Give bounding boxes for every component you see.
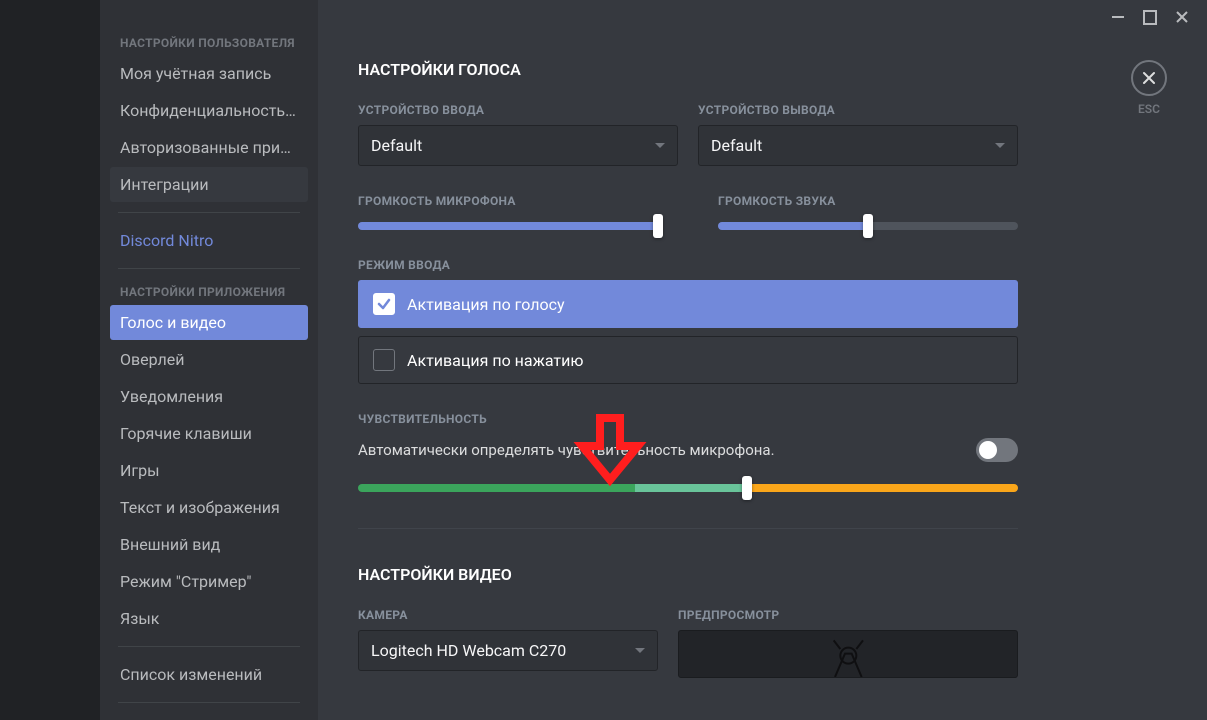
sidebar-item-label: Список изменений	[120, 665, 262, 684]
mic-volume-label: ГРОМКОСТЬ МИКРОФОНА	[358, 194, 658, 208]
sidebar-item-label: Интеграции	[120, 175, 209, 194]
video-preview	[678, 630, 1018, 678]
settings-sidebar: НАСТРОЙКИ ПОЛЬЗОВАТЕЛЯ Моя учётная запис…	[100, 0, 318, 720]
sidebar-item-label: Игры	[120, 461, 160, 480]
sidebar-item-label: Язык	[120, 609, 159, 628]
mic-volume-slider[interactable]	[358, 222, 658, 230]
sidebar-item-overlay[interactable]: Оверлей	[110, 342, 308, 377]
mode-voice-label: Активация по голосу	[407, 295, 565, 314]
sidebar-item-label: Авторизованные прил...	[120, 138, 302, 157]
auto-sensitivity-text: Автоматически определять чувствительност…	[358, 441, 775, 459]
sidebar-item-integrations[interactable]: Интеграции	[110, 167, 308, 202]
checkbox-checked-icon	[373, 293, 395, 315]
outer-dark-strip	[0, 0, 100, 720]
sidebar-item-label: Внешний вид	[120, 535, 220, 554]
sidebar-item-hotkeys[interactable]: Горячие клавиши	[110, 416, 308, 451]
sidebar-item-games[interactable]: Игры	[110, 453, 308, 488]
toggle-knob	[979, 441, 997, 459]
sidebar-item-account[interactable]: Моя учётная запись	[110, 56, 308, 91]
window-close-icon[interactable]	[1175, 10, 1189, 24]
output-device-select[interactable]: Default	[698, 125, 1018, 166]
camera-select[interactable]: Logitech HD Webcam C270	[358, 630, 658, 671]
input-mode-label: РЕЖИМ ВВОДА	[358, 258, 1018, 272]
sidebar-item-changelog[interactable]: Список изменений	[110, 657, 308, 692]
sidebar-item-label: Моя учётная запись	[120, 64, 271, 83]
chevron-down-icon	[995, 143, 1005, 148]
sidebar-item-label: Режим "Стример"	[120, 572, 252, 591]
section-divider	[358, 528, 1018, 529]
sidebar-item-label: Текст и изображения	[120, 498, 280, 517]
window-minimize-icon[interactable]	[1111, 10, 1125, 24]
camera-label: КАМЕРА	[358, 608, 658, 622]
checkbox-unchecked-icon	[373, 349, 395, 371]
sidebar-item-label: Голос и видео	[120, 313, 226, 332]
sidebar-item-streamer[interactable]: Режим "Стример"	[110, 564, 308, 599]
input-device-label: УСТРОЙСТВО ВВОДА	[358, 103, 678, 117]
sensitivity-slider[interactable]	[358, 484, 1018, 492]
sidebar-item-nitro[interactable]: Discord Nitro	[110, 223, 308, 258]
esc-label: ESC	[1138, 102, 1160, 116]
camera-value: Logitech HD Webcam C270	[371, 641, 566, 660]
voice-section-title: НАСТРОЙКИ ГОЛОСА	[358, 60, 1018, 79]
mode-ptt-label: Активация по нажатию	[407, 351, 583, 370]
input-device-select[interactable]: Default	[358, 125, 678, 166]
input-device-value: Default	[371, 136, 422, 155]
camera-preview-placeholder-icon	[815, 637, 882, 677]
close-settings[interactable]: ESC	[1131, 60, 1167, 116]
sidebar-item-notifications[interactable]: Уведомления	[110, 379, 308, 414]
slider-thumb[interactable]	[863, 214, 873, 238]
mode-push-to-talk[interactable]: Активация по нажатию	[358, 336, 1018, 384]
sidebar-header-app: НАСТРОЙКИ ПРИЛОЖЕНИЯ	[110, 279, 308, 305]
settings-content: ESC НАСТРОЙКИ ГОЛОСА УСТРОЙСТВО ВВОДА De…	[318, 0, 1207, 720]
sidebar-separator	[118, 212, 300, 213]
window-controls	[1111, 10, 1189, 24]
sidebar-header-user: НАСТРОЙКИ ПОЛЬЗОВАТЕЛЯ	[110, 30, 308, 56]
sidebar-separator	[118, 268, 300, 269]
chevron-down-icon	[655, 143, 665, 148]
video-section-title: НАСТРОЙКИ ВИДЕО	[358, 565, 1018, 584]
sidebar-item-label: Уведомления	[120, 387, 223, 406]
sensitivity-label: ЧУВСТВИТЕЛЬНОСТЬ	[358, 412, 1018, 426]
sidebar-separator	[118, 646, 300, 647]
slider-thumb[interactable]	[653, 214, 663, 238]
mode-voice-activity[interactable]: Активация по голосу	[358, 280, 1018, 328]
close-icon[interactable]	[1131, 60, 1167, 96]
sidebar-item-label: Discord Nitro	[120, 231, 213, 250]
sidebar-item-appearance[interactable]: Внешний вид	[110, 527, 308, 562]
sidebar-item-apps[interactable]: Авторизованные прил...	[110, 130, 308, 165]
sidebar-item-language[interactable]: Язык	[110, 601, 308, 636]
sidebar-item-text-images[interactable]: Текст и изображения	[110, 490, 308, 525]
output-volume-slider[interactable]	[718, 222, 1018, 230]
sidebar-item-label: Оверлей	[120, 350, 184, 369]
output-device-label: УСТРОЙСТВО ВЫВОДА	[698, 103, 1018, 117]
auto-sensitivity-toggle[interactable]	[976, 438, 1018, 462]
output-device-value: Default	[711, 136, 762, 155]
sidebar-item-label: Конфиденциальность ...	[120, 101, 302, 120]
slider-thumb[interactable]	[742, 476, 752, 500]
sidebar-item-logout[interactable]: Выйти	[110, 713, 308, 720]
preview-label: ПРЕДПРОСМОТР	[678, 608, 1018, 622]
sidebar-separator	[118, 702, 300, 703]
chevron-down-icon	[635, 648, 645, 653]
sidebar-item-label: Горячие клавиши	[120, 424, 252, 443]
sidebar-item-voice[interactable]: Голос и видео	[110, 305, 308, 340]
window-maximize-icon[interactable]	[1143, 10, 1157, 24]
output-volume-label: ГРОМКОСТЬ ЗВУКА	[718, 194, 1018, 208]
sidebar-item-privacy[interactable]: Конфиденциальность ...	[110, 93, 308, 128]
